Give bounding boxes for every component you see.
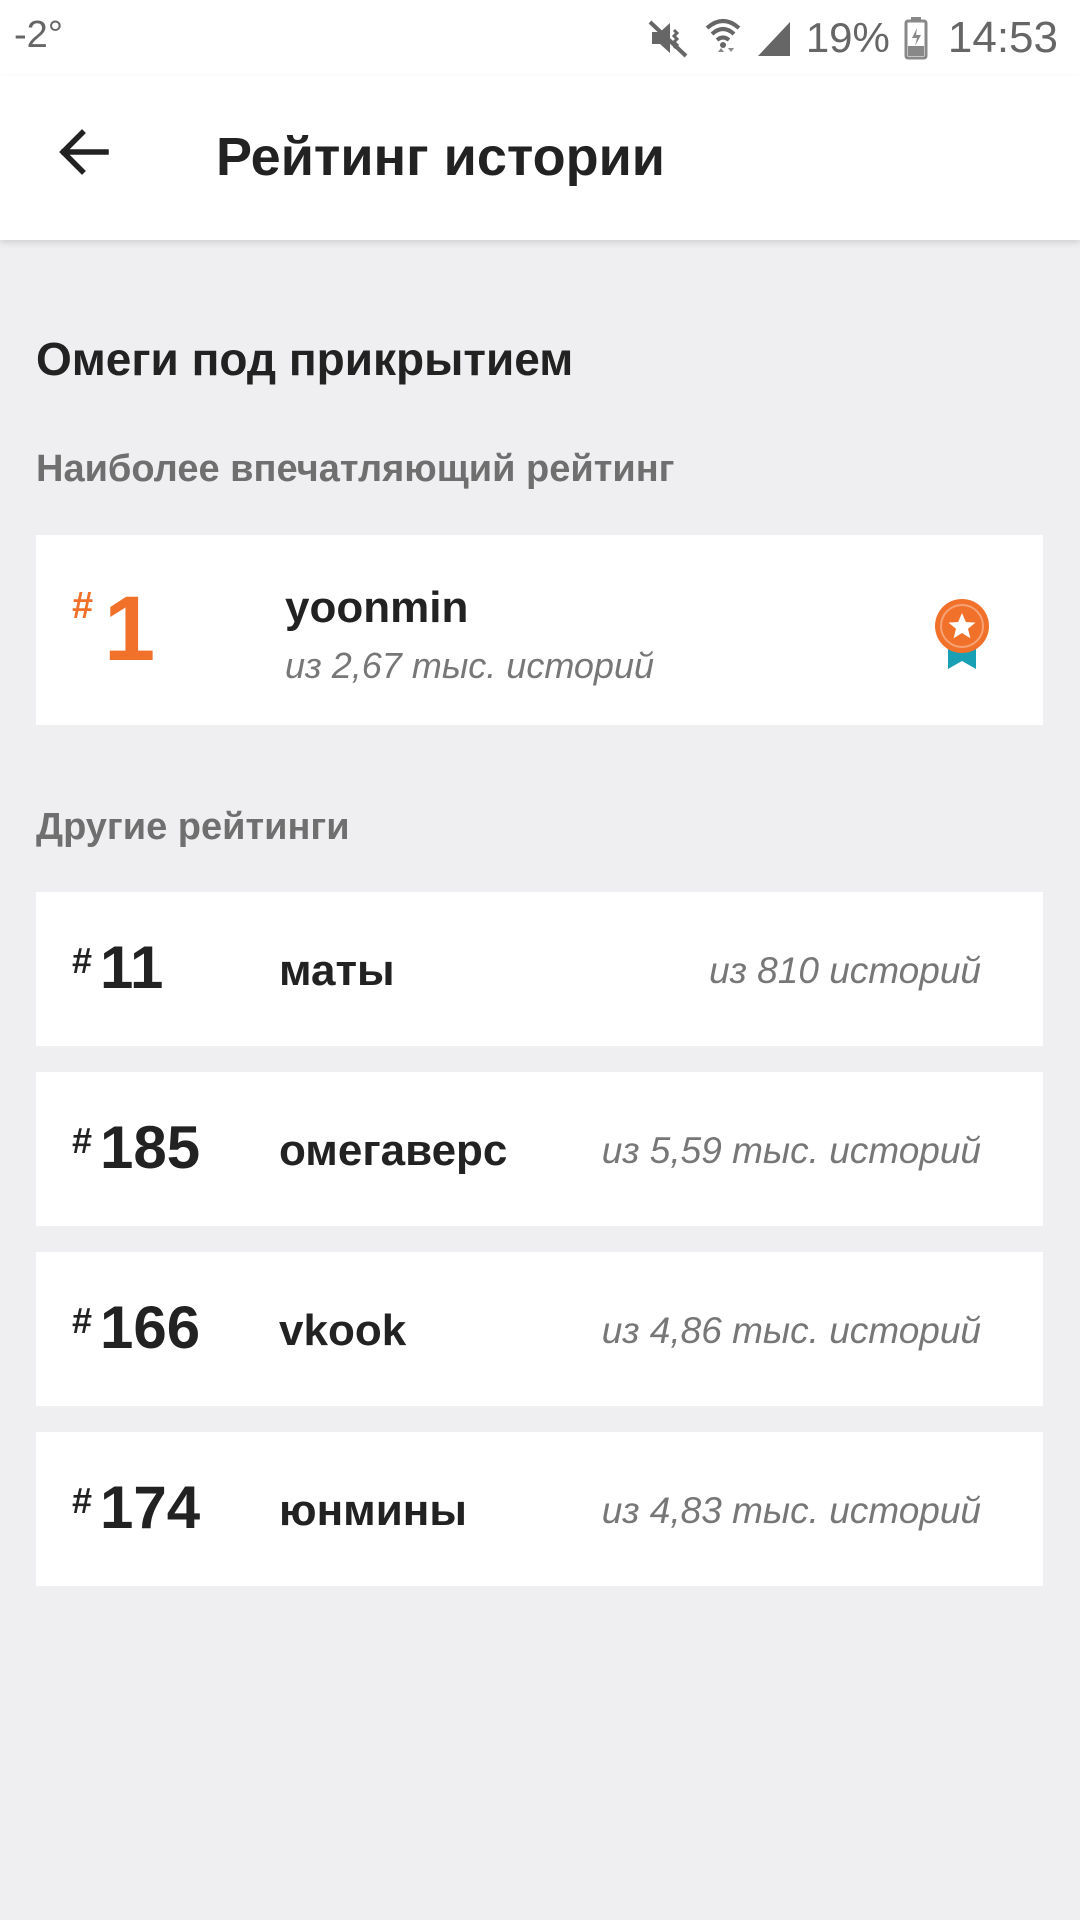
clock: 14:53 [947, 13, 1058, 62]
rank-number: 1 [104, 578, 156, 680]
rank-number: 174 [100, 1474, 201, 1541]
rank-hash: # [72, 940, 93, 981]
status-icons: 19% 14:53 [646, 10, 1058, 66]
rank-hash: # [72, 1480, 93, 1521]
status-bar: -2° 19% 14:53 [0, 0, 1080, 76]
battery-icon [904, 16, 928, 60]
medal-icon [935, 599, 989, 669]
top-ranking-card[interactable]: # 1 yoonmin из 2,67 тыс. историй [36, 535, 1043, 725]
signal-icon [756, 18, 792, 58]
ranking-card[interactable]: # 166 vkook из 4,86 тыс. историй [36, 1252, 1043, 1406]
rank-subtitle: из 2,67 тыс. историй [285, 645, 654, 686]
rank-subtitle: из 4,86 тыс. историй [601, 1310, 981, 1351]
wifi-icon [704, 14, 742, 62]
rank-tag: vkook [279, 1306, 407, 1355]
other-rankings-label: Другие рейтинги [36, 806, 350, 848]
rank-subtitle: из 4,83 тыс. историй [601, 1490, 981, 1531]
top-ranking-label: Наиболее впечатляющий рейтинг [36, 448, 675, 490]
rank-subtitle: из 5,59 тыс. историй [601, 1130, 981, 1171]
page-title: Рейтинг истории [216, 127, 665, 187]
temperature-text: -2° [14, 14, 63, 56]
ranking-card[interactable]: # 11 маты из 810 историй [36, 892, 1043, 1046]
rank-tag: маты [279, 946, 395, 995]
rank-hash: # [72, 1300, 93, 1341]
rank-tag: омегаверс [279, 1126, 508, 1175]
rank-tag: юнмины [279, 1486, 467, 1535]
ranking-card[interactable]: # 174 юнмины из 4,83 тыс. историй [36, 1432, 1043, 1586]
back-button[interactable] [48, 116, 120, 188]
mute-icon [646, 16, 690, 60]
rank-number: 166 [100, 1294, 201, 1361]
battery-percent: 19% [805, 14, 890, 61]
app-bar: Рейтинг истории [0, 76, 1080, 240]
rank-number: 185 [100, 1114, 201, 1181]
rank-subtitle: из 810 историй [709, 950, 981, 991]
ranking-card[interactable]: # 185 омегаверс из 5,59 тыс. историй [36, 1072, 1043, 1226]
arrow-left-icon [59, 129, 109, 175]
rank-hash: # [72, 585, 94, 627]
rank-hash: # [72, 1120, 93, 1161]
story-title: Омеги под прикрытием [36, 333, 574, 385]
rank-tag: yoonmin [285, 583, 469, 632]
rank-number: 11 [100, 934, 164, 1001]
